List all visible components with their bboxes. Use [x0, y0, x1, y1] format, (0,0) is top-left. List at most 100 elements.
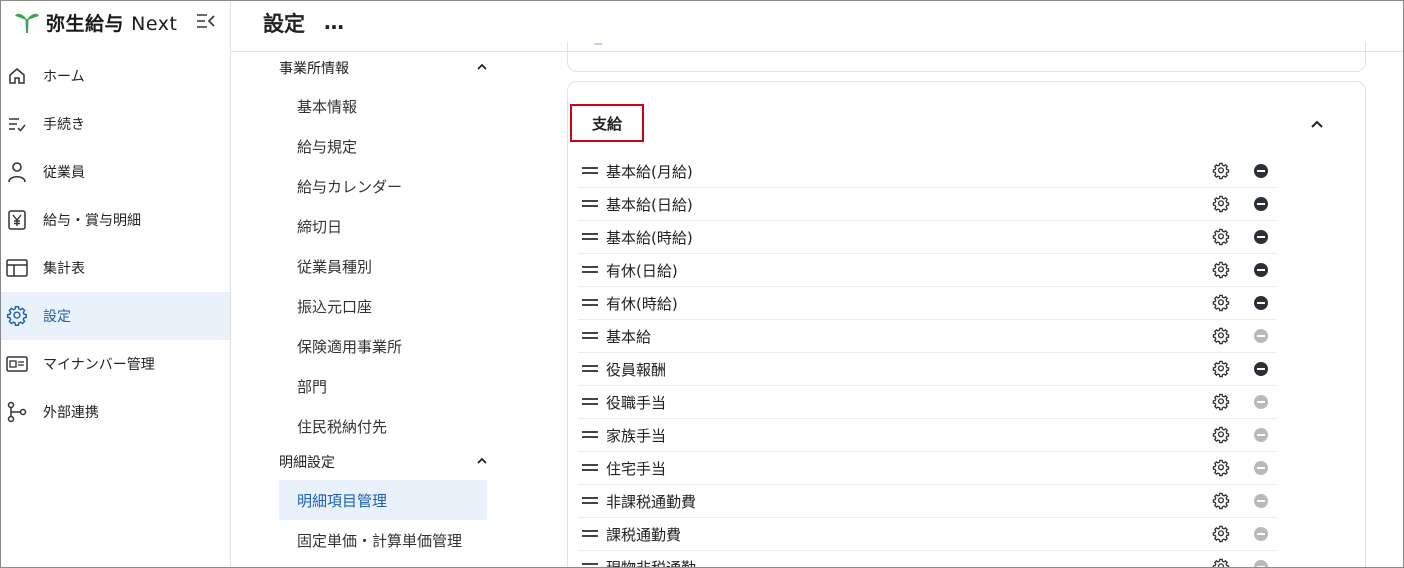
- remove-icon[interactable]: [1254, 362, 1268, 376]
- drag-handle-icon[interactable]: [582, 199, 598, 209]
- item-label: 有休(時給): [606, 294, 678, 313]
- remove-icon: [1254, 461, 1268, 475]
- remove-icon[interactable]: [1254, 230, 1268, 244]
- remove-icon[interactable]: [1254, 296, 1268, 310]
- sidebar-item-7[interactable]: マイナンバー管理: [0, 340, 230, 388]
- remove-icon: [1254, 395, 1268, 409]
- previous-section-card: ‒: [567, 42, 1366, 72]
- drag-handle-icon[interactable]: [582, 331, 598, 341]
- item-label: 住宅手当: [606, 459, 667, 478]
- subnav-item[interactable]: 保険適用事業所: [279, 326, 487, 366]
- main-content: ‒ 支給 基本給(月給) 基本給(日給) 基本給(時給) 有休(日給) 有休(時給) 基本…: [545, 42, 1404, 568]
- section-title: 支給: [570, 104, 644, 142]
- gear-icon[interactable]: [1212, 393, 1230, 411]
- table-icon: [6, 257, 28, 279]
- drag-handle-icon[interactable]: [582, 496, 598, 506]
- gear-icon[interactable]: [1212, 294, 1230, 312]
- item-label: 基本給(月給): [606, 162, 693, 181]
- app-logo[interactable]: 弥生給与 Next: [14, 8, 177, 36]
- subnav-item[interactable]: 従業員種別: [279, 246, 487, 286]
- yayoi-logo-icon: [15, 13, 39, 33]
- sidebar-item-3[interactable]: 従業員: [0, 148, 230, 196]
- drag-handle-icon[interactable]: [582, 265, 598, 275]
- remove-icon: [1254, 494, 1268, 508]
- table-row: 基本給(時給): [578, 221, 1277, 254]
- chevron-up-icon: [475, 453, 489, 472]
- sidebar-item-label: 集計表: [43, 261, 85, 277]
- item-label: 基本給(日給): [606, 195, 693, 214]
- chevron-up-icon: [475, 59, 489, 78]
- table-row: 基本給: [578, 320, 1277, 353]
- item-label: 課税通勤費: [606, 525, 682, 544]
- sidebar-item-label: 手続き: [43, 117, 85, 133]
- remove-icon: [1254, 560, 1268, 568]
- subnav-item[interactable]: 基本情報: [279, 86, 487, 126]
- settings-subnav: 事業所情報基本情報 給与規定 給与カレンダー 締切日 従業員種別 振込元口座 保険適用事業所…: [231, 52, 545, 568]
- sidebar-item-8[interactable]: 外部連携: [0, 388, 230, 436]
- sidebar-item-label: マイナンバー管理: [43, 357, 155, 373]
- table-row: 課税通勤費: [578, 518, 1277, 551]
- drag-handle-icon[interactable]: [582, 397, 598, 407]
- more-options-button[interactable]: …: [324, 10, 345, 34]
- gear-icon[interactable]: [1212, 492, 1230, 510]
- item-label: 有休(日給): [606, 261, 678, 280]
- drag-handle-icon[interactable]: [582, 232, 598, 242]
- checklist-icon: [6, 113, 28, 135]
- drag-handle-icon[interactable]: [582, 463, 598, 473]
- gear-icon[interactable]: [1212, 558, 1230, 568]
- sidebar-item-label: 外部連携: [43, 405, 99, 421]
- gear-icon[interactable]: [1212, 360, 1230, 378]
- subnav-group-header[interactable]: 明細設定: [279, 446, 489, 478]
- subnav-item[interactable]: 固定単価・計算単価管理: [279, 520, 487, 560]
- yen-document-icon: [6, 209, 28, 231]
- drag-handle-icon[interactable]: [582, 430, 598, 440]
- subnav-item[interactable]: 振込元口座: [279, 286, 487, 326]
- link-nodes-icon: [6, 401, 28, 423]
- gear-icon[interactable]: [1212, 426, 1230, 444]
- id-card-icon: [6, 353, 28, 375]
- subnav-item[interactable]: 明細項目管理: [279, 480, 487, 520]
- remove-icon[interactable]: [1254, 197, 1268, 211]
- table-row: 現物非税通勤: [578, 551, 1277, 568]
- gear-icon[interactable]: [1212, 162, 1230, 180]
- drag-handle-icon[interactable]: [582, 529, 598, 539]
- item-label: 役職手当: [606, 393, 667, 412]
- table-row: 家族手当: [578, 419, 1277, 452]
- payment-section-card: 支給 基本給(月給) 基本給(日給) 基本給(時給) 有休(日給) 有休(時給) 基本給役…: [567, 81, 1366, 568]
- subnav-item[interactable]: 住民税納付先: [279, 406, 487, 446]
- app-name: 弥生給与 Next: [46, 12, 178, 35]
- subnav-group-label: 事業所情報: [279, 61, 349, 77]
- gear-icon[interactable]: [1212, 195, 1230, 213]
- subnav-item[interactable]: 部門: [279, 366, 487, 406]
- subnav-item[interactable]: 給与カレンダー: [279, 166, 487, 206]
- drag-handle-icon[interactable]: [582, 298, 598, 308]
- drag-handle-icon[interactable]: [582, 166, 598, 176]
- drag-handle-icon[interactable]: [582, 562, 598, 568]
- gear-icon[interactable]: [1212, 327, 1230, 345]
- sidebar-item-5[interactable]: 集計表: [0, 244, 230, 292]
- gear-icon[interactable]: [1212, 261, 1230, 279]
- clipped-link-text: ‒: [594, 42, 603, 52]
- sidebar-nav: ホーム手続き従業員給与・賞与明細 集計表設定マイナンバー管理 外部連携: [0, 52, 230, 436]
- sidebar-item-2[interactable]: 手続き: [0, 100, 230, 148]
- drag-handle-icon[interactable]: [582, 364, 598, 374]
- sidebar-item-label: 給与・賞与明細: [43, 213, 141, 229]
- gear-icon[interactable]: [1212, 228, 1230, 246]
- subnav-item[interactable]: 給与規定: [279, 126, 487, 166]
- table-row: 有休(日給): [578, 254, 1277, 287]
- remove-icon[interactable]: [1254, 263, 1268, 277]
- item-label: 非課税通勤費: [606, 492, 697, 511]
- remove-icon[interactable]: [1254, 164, 1268, 178]
- gear-icon[interactable]: [1212, 525, 1230, 543]
- sidebar-item-1[interactable]: ホーム: [0, 52, 230, 100]
- sidebar-item-4[interactable]: 給与・賞与明細: [0, 196, 230, 244]
- remove-icon: [1254, 329, 1268, 343]
- subnav-item[interactable]: 締切日: [279, 206, 487, 246]
- item-label: 現物非税通勤: [606, 558, 697, 568]
- collapse-sidebar-icon[interactable]: [196, 12, 216, 30]
- sidebar-item-6[interactable]: 設定: [0, 292, 230, 340]
- subnav-group-header[interactable]: 事業所情報: [279, 52, 489, 84]
- collapse-section-icon[interactable]: [1308, 115, 1326, 133]
- gear-icon[interactable]: [1212, 459, 1230, 477]
- item-label: 基本給: [606, 327, 652, 346]
